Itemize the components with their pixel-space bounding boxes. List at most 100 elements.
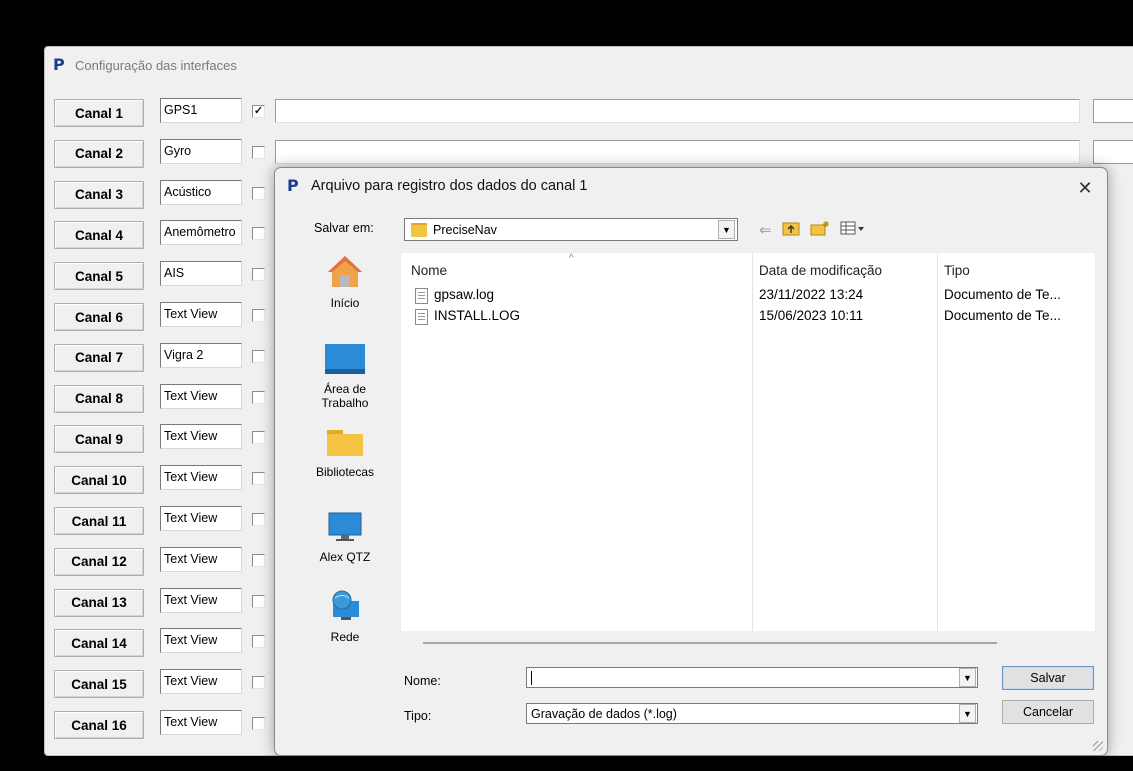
channel-button[interactable]: Canal 6 [54,303,144,331]
channel-name-input[interactable]: Text View [160,546,242,572]
channel-log-checkbox[interactable] [252,145,265,159]
place-network[interactable]: Rede [295,589,395,644]
place-label: Rede [330,630,360,644]
dialog-toolbar: ⇐ [759,220,866,240]
channel-button[interactable]: Canal 4 [54,221,144,250]
filetype-select[interactable]: Gravação de dados (*.log) ▼ [526,703,978,724]
view-menu-icon[interactable] [840,220,866,240]
file-date: 15/06/2023 10:11 [759,308,864,323]
file-row[interactable]: gpsaw.log 23/11/2022 13:24 Documento de … [401,287,1095,307]
text-file-icon [415,288,428,304]
channel-log-checkbox[interactable] [252,594,265,608]
channel-button[interactable]: Canal 13 [54,588,144,617]
channel-button[interactable]: Canal 10 [54,466,144,495]
channel-button[interactable]: Canal 3 [54,180,144,209]
channel-log-checkbox[interactable] [252,472,265,486]
channel-name-input[interactable]: Anemômetro [160,220,242,246]
up-folder-icon[interactable] [782,220,800,240]
filename-label: Nome: [404,674,441,688]
channel-name-input[interactable]: Text View [160,628,242,654]
channel-name-input[interactable]: Text View [160,669,242,695]
chevron-down-icon[interactable]: ▼ [959,668,976,687]
file-name: gpsaw.log [434,287,495,302]
channel-log-checkbox[interactable] [252,349,265,363]
channel-log-checkbox[interactable] [252,717,265,730]
places-bar: Início Área de Trabalho Bibliotecas Alex… [295,253,395,663]
app-logo-icon: P [287,176,299,195]
chevron-down-icon[interactable]: ▼ [718,220,735,239]
channel-log-checkbox[interactable] [252,676,265,690]
column-header-name[interactable]: Nome [411,263,447,278]
chevron-down-icon[interactable]: ▼ [959,704,976,723]
channel-button[interactable]: Canal 8 [54,384,144,413]
channel-button[interactable]: Canal 14 [54,629,144,658]
channel-name-input[interactable]: Acústico [160,179,242,205]
channel-button[interactable]: Canal 15 [54,670,144,699]
close-icon[interactable]: ✕ [1073,176,1097,200]
place-label: Início [330,296,360,310]
channel-name-input[interactable]: Text View [160,506,242,531]
channel-log-checkbox[interactable] [252,513,265,526]
column-header-date[interactable]: Data de modificação [759,263,882,278]
channel-name-input[interactable]: Text View [160,710,242,735]
place-desktop[interactable]: Área de Trabalho [295,343,395,410]
channel-name-input[interactable]: Text View [160,302,242,327]
file-row[interactable]: INSTALL.LOG 15/06/2023 10:11 Documento d… [401,308,1095,328]
channel-button[interactable]: Canal 2 [54,139,144,168]
file-list[interactable]: ^ Nome Data de modificação Tipo gpsaw.lo… [401,253,1095,631]
save-file-dialog: P Arquivo para registro dos dados do can… [274,167,1108,756]
channel-button[interactable]: Canal 11 [54,507,144,535]
channel-name-input[interactable]: Text View [160,424,242,450]
channel-name-input[interactable]: Text View [160,587,242,613]
cancel-button[interactable]: Cancelar [1002,700,1094,724]
channel-button[interactable]: Canal 5 [54,262,144,291]
file-date: 23/11/2022 13:24 [759,287,864,302]
channel-name-input[interactable]: Text View [160,383,242,409]
back-arrow-icon[interactable]: ⇐ [759,221,772,239]
channel-button[interactable]: Canal 12 [54,547,144,576]
desktop-icon [295,343,395,378]
place-computer[interactable]: Alex QTZ [295,511,395,564]
channel-button[interactable]: Canal 9 [54,425,144,454]
computer-icon [295,511,395,546]
channel-log-checkbox[interactable] [252,186,265,200]
channel-button[interactable]: Canal 7 [54,343,144,372]
sort-caret-icon: ^ [569,253,574,264]
libraries-folder-icon [295,428,395,461]
channel-name-input[interactable]: Vigra 2 [160,342,242,368]
place-libraries[interactable]: Bibliotecas [295,428,395,479]
channel-log-checkbox[interactable] [252,309,265,322]
channel-button[interactable]: Canal 1 [54,99,144,127]
save-button[interactable]: Salvar [1002,666,1094,690]
channel-log-checkbox[interactable] [252,635,265,649]
place-inicio[interactable]: Início [295,253,395,310]
channel-extra-field[interactable] [1093,139,1133,164]
channel-name-input[interactable]: Text View [160,465,242,491]
column-header-type[interactable]: Tipo [944,263,970,278]
channel-name-input[interactable]: Gyro [160,138,242,164]
channel-log-checkbox[interactable] [252,553,265,567]
channel-log-path-field[interactable] [275,99,1080,123]
horizontal-scrollbar[interactable] [423,642,997,644]
text-file-icon [415,309,428,325]
filename-input[interactable]: ▼ [526,667,978,688]
channel-log-path-field[interactable] [275,139,1080,164]
channel-log-checkbox[interactable] [252,390,265,404]
save-in-value: PreciseNav [433,222,497,237]
channel-log-checkbox[interactable] [252,268,265,282]
new-folder-icon[interactable] [810,220,830,240]
dialog-title: Arquivo para registro dos dados do canal… [311,178,588,194]
save-in-dropdown[interactable]: PreciseNav ▼ [404,218,738,241]
channel-log-checkbox[interactable] [252,227,265,241]
home-icon [295,253,395,292]
window-titlebar: P Configuração das interfaces [53,55,237,75]
channel-log-checkbox[interactable]: ✓ [252,105,265,118]
channel-button[interactable]: Canal 16 [54,711,144,739]
save-in-label: Salvar em: [314,221,374,235]
channel-extra-field[interactable] [1093,99,1133,123]
resize-grip-icon[interactable] [1093,741,1103,751]
channel-log-checkbox[interactable] [252,431,265,445]
channel-name-input[interactable]: GPS1 [160,98,242,123]
file-name: INSTALL.LOG [434,308,521,323]
channel-name-input[interactable]: AIS [160,261,242,287]
